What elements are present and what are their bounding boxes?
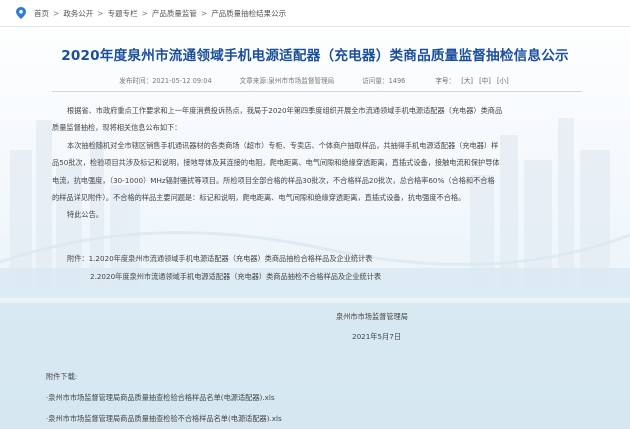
breadcrumb-special-topics[interactable]: 专题专栏: [108, 8, 138, 19]
paragraph-line: 本次抽检随机对全市辖区销售手机通讯器材的各类商场（超市）专柜、专卖店、个体商户抽…: [67, 140, 499, 150]
breadcrumb-inspection-results[interactable]: 产品质量抽检结果公示: [211, 8, 286, 19]
publish-time: 发布时间：2021-05-12 09:04: [119, 77, 212, 85]
breadcrumb: 首页 > 政务公开 > 专题专栏 > 产品质量监管 > 产品质量抽检结果公示: [0, 0, 630, 27]
breadcrumb-separator: >: [141, 8, 148, 18]
font-size-label: 字号：: [435, 77, 456, 85]
breadcrumb-separator: >: [53, 8, 60, 18]
font-size-small-button[interactable]: [小]: [497, 77, 509, 85]
view-count: 访问量：1496: [362, 77, 406, 85]
paragraph-line: 品50批次，检验项目共涉及标记和说明，接地导体及其连接的电阻，爬电距离、电气间隙…: [52, 158, 500, 168]
breadcrumb-home[interactable]: 首页: [34, 8, 49, 19]
paragraph-line: 根据省、市政府重点工作要求和上一年度消费投诉热点，我局于2020年第四季度组织开…: [67, 106, 503, 115]
breadcrumb-open-government[interactable]: 政务公开: [63, 8, 93, 19]
article-meta: 发布时间：2021-05-12 09:04 文章来源:泉州市市场监督管理局 访问…: [0, 75, 630, 85]
download-section: 附件下载: ·泉州市市场监督管理局商品质量抽查检验合格样品名单(电源适配器).x…: [46, 366, 282, 429]
download-heading: 附件下载:: [46, 372, 78, 381]
attachment-item-1: 附件：1.2020年度泉州市流通领域手机电源适配器（充电器）类商品抽检合格样品及…: [67, 254, 373, 263]
issue-date: 2021年5月7日: [352, 332, 402, 341]
paragraph-line: 质量监督抽检，现将相关信息公布如下：: [52, 123, 182, 133]
article-source: 文章来源:泉州市市场监督管理局: [239, 77, 335, 85]
paragraph-line: 的样品详见附件）。不合格的样品主要问题是：标记和说明，爬电距离、电气间隙和绝缘穿…: [52, 193, 466, 203]
attachment-item-2: 2.2020年度泉州市流通领域手机电源适配器（充电器）类商品抽检不合格样品及企业…: [90, 271, 382, 281]
article-body: 根据省、市政府重点工作要求和上一年度消费投诉热点，我局于2020年第四季度组织开…: [52, 102, 588, 224]
breadcrumb-separator: >: [200, 8, 208, 18]
font-size-large-button[interactable]: [大]: [461, 77, 473, 85]
location-pin-icon: [16, 7, 26, 19]
download-link-unqualified-list[interactable]: ·泉州市市场监督管理局商品质量抽查检验不合格样品名单(电源适配器).xls: [46, 408, 282, 429]
closing-statement: 特此公告。: [67, 210, 103, 220]
page-title: 2020年度泉州市流通领域手机电源适配器（充电器）类商品质量监督抽检信息公示: [61, 48, 569, 64]
download-link-qualified-list[interactable]: ·泉州市市场监督管理局商品质量抽查检验合格样品名单(电源适配器).xls: [46, 387, 282, 408]
breadcrumb-product-quality[interactable]: 产品质量监管: [152, 8, 197, 19]
breadcrumb-separator: >: [97, 8, 104, 18]
font-size-controls: 字号： [大] [中] [小]: [433, 75, 510, 85]
attachment-list: 附件：1.2020年度泉州市流通领域手机电源适配器（充电器）类商品抽检合格样品及…: [67, 250, 381, 285]
title-divider: [52, 91, 582, 92]
font-size-medium-button[interactable]: [中]: [479, 77, 491, 85]
paragraph-line: 电流，抗电强度，（30-1000）MHz辐射骚扰等项目。所检项目全部合格的样品3…: [52, 175, 495, 185]
issuing-authority: 泉州市市场监督管理局: [336, 312, 408, 321]
